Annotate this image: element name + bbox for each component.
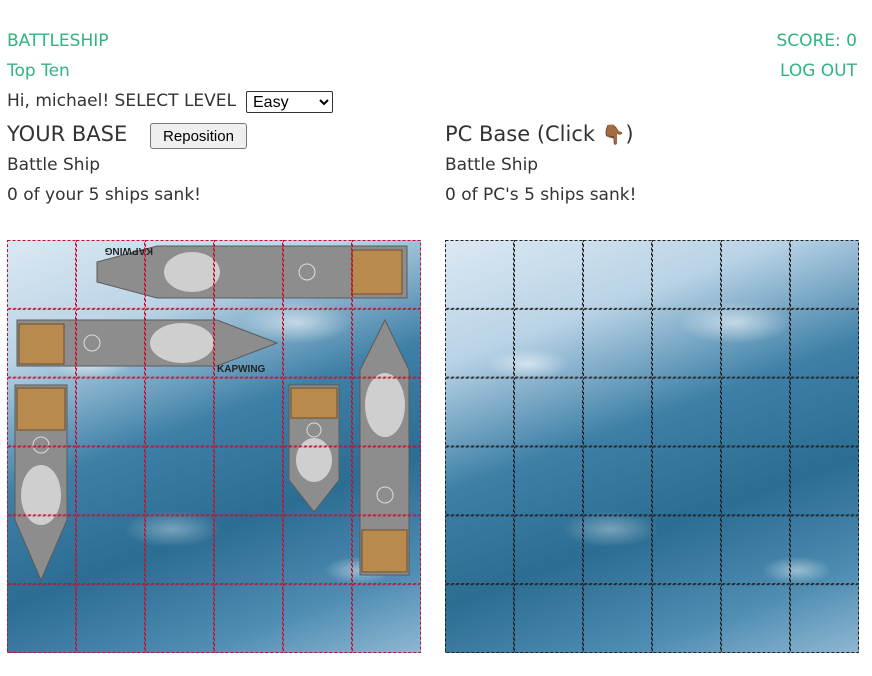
greeting-text: Hi, michael! SELECT LEVEL: [7, 91, 236, 111]
pc-cell[interactable]: [790, 240, 859, 309]
pc-cell[interactable]: [514, 584, 583, 653]
pc-base-title: PC Base (Click 👇🏾): [445, 122, 634, 146]
pc-cell[interactable]: [721, 240, 790, 309]
player-cell: [7, 377, 76, 447]
pc-board[interactable]: [445, 240, 859, 653]
pc-cell[interactable]: [652, 584, 721, 653]
pc-cell[interactable]: [583, 308, 652, 378]
pc-cell[interactable]: [790, 446, 859, 516]
player-cell: [7, 515, 76, 585]
player-cell: [283, 377, 352, 447]
pc-cell[interactable]: [445, 584, 514, 653]
pc-cell[interactable]: [445, 308, 514, 378]
pc-cell[interactable]: [721, 446, 790, 516]
player-cell: [145, 308, 214, 378]
pc-cell[interactable]: [652, 240, 721, 309]
pc-cell[interactable]: [445, 377, 514, 447]
pc-cell[interactable]: [652, 446, 721, 516]
player-cell: [145, 584, 214, 653]
pc-cell[interactable]: [583, 240, 652, 309]
pc-cell[interactable]: [721, 377, 790, 447]
pc-cell[interactable]: [514, 515, 583, 585]
pc-cell[interactable]: [721, 584, 790, 653]
player-cell: [214, 308, 283, 378]
pc-cell[interactable]: [652, 308, 721, 378]
player-cell: [352, 308, 421, 378]
pc-cell[interactable]: [652, 515, 721, 585]
player-cell: [214, 240, 283, 309]
player-cell: [283, 240, 352, 309]
pc-cell[interactable]: [790, 584, 859, 653]
player-cell: [76, 377, 145, 447]
player-cell: [145, 446, 214, 516]
player-board: KAPWING KAPWING: [7, 240, 421, 653]
player-cell: [7, 446, 76, 516]
player-grid: [7, 240, 421, 653]
player-cell: [283, 584, 352, 653]
player-cell: [145, 377, 214, 447]
pc-subtitle: Battle Ship: [445, 155, 539, 175]
pc-cell[interactable]: [652, 377, 721, 447]
player-cell: [283, 308, 352, 378]
reposition-button[interactable]: Reposition: [150, 123, 247, 149]
player-cell: [352, 446, 421, 516]
pc-cell[interactable]: [790, 515, 859, 585]
player-status: 0 of your 5 ships sank!: [7, 185, 201, 205]
score-display: SCORE: 0: [776, 31, 857, 51]
pc-grid[interactable]: [445, 240, 859, 653]
player-cell: [283, 446, 352, 516]
player-subtitle: Battle Ship: [7, 155, 101, 175]
top-ten-link[interactable]: Top Ten: [7, 61, 70, 81]
player-cell: [352, 515, 421, 585]
pc-cell[interactable]: [583, 584, 652, 653]
pc-cell[interactable]: [445, 240, 514, 309]
player-cell: [76, 446, 145, 516]
pc-status: 0 of PC's 5 ships sank!: [445, 185, 637, 205]
player-cell: [76, 308, 145, 378]
player-cell: [214, 377, 283, 447]
pc-cell[interactable]: [790, 308, 859, 378]
logout-link[interactable]: LOG OUT: [780, 61, 857, 81]
pc-cell[interactable]: [514, 377, 583, 447]
pc-cell[interactable]: [445, 446, 514, 516]
pc-cell[interactable]: [583, 515, 652, 585]
player-cell: [76, 584, 145, 653]
player-cell: [76, 240, 145, 309]
player-cell: [214, 515, 283, 585]
player-cell: [352, 240, 421, 309]
pointing-down-icon: 👇🏾: [601, 124, 626, 146]
player-cell: [352, 377, 421, 447]
pc-cell[interactable]: [583, 446, 652, 516]
player-cell: [283, 515, 352, 585]
player-cell: [352, 584, 421, 653]
pc-cell[interactable]: [514, 446, 583, 516]
pc-cell[interactable]: [583, 377, 652, 447]
player-cell: [145, 240, 214, 309]
pc-cell[interactable]: [514, 240, 583, 309]
player-cell: [7, 584, 76, 653]
pc-cell[interactable]: [514, 308, 583, 378]
player-cell: [7, 240, 76, 309]
app-title-link[interactable]: BATTLESHIP: [7, 31, 109, 51]
player-cell: [7, 308, 76, 378]
player-cell: [76, 515, 145, 585]
pc-cell[interactable]: [790, 377, 859, 447]
level-select[interactable]: Easy: [246, 91, 333, 113]
player-cell: [214, 584, 283, 653]
player-base-title: YOUR BASE: [7, 122, 128, 146]
pc-cell[interactable]: [721, 515, 790, 585]
pc-base-title-end: ): [625, 122, 634, 146]
pc-cell[interactable]: [721, 308, 790, 378]
pc-cell[interactable]: [445, 515, 514, 585]
player-cell: [145, 515, 214, 585]
pc-base-title-text: PC Base (Click: [445, 122, 596, 146]
player-cell: [214, 446, 283, 516]
